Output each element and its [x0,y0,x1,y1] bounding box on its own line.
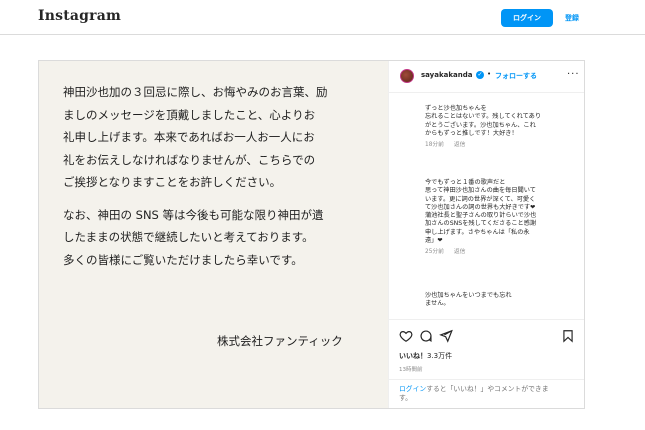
login-button[interactable]: ログイン [501,9,553,27]
likes-count[interactable]: いいね！3.3万件 [399,351,452,361]
likes-number: 3.3万件 [427,352,453,360]
statement-paragraph-1: 神田沙也加の３回忌に際し、お悔やみのお言葉、励 ましのメッセージを頂戴しましたこ… [63,85,328,189]
comment-time: 25分前 [425,249,444,256]
post-header: sayakakanda ✓ • フォローする ··· [389,61,584,93]
heart-icon[interactable] [399,329,413,343]
comment-time: 18分前 [425,142,444,149]
follow-button[interactable]: フォローする [495,71,537,81]
comment-text: 今でもずっと１番の歌声だと 思って神田沙也加さんの曲を毎日聞いて います。更に詞… [425,179,537,245]
comments-list[interactable]: ずっと沙也加ちゃんを 忘れることはないです。残してくれてあり がとうございます。… [389,93,584,319]
reply-button[interactable]: 返信 [454,142,466,148]
login-prompt-bar: ログインすると「いいね！」やコメントができま す。 [389,379,584,408]
comment-meta: 25分前 返信 [425,248,575,256]
avatar[interactable] [400,69,414,83]
comment-item: ずっと沙也加ちゃんを 忘れることはないです。残してくれてあり がとうございます。… [425,105,575,149]
signup-link[interactable]: 登録 [565,9,579,27]
post-image[interactable]: 神田沙也加の３回忌に際し、お悔やみのお言葉、励 ましのメッセージを頂戴しましたこ… [39,61,389,408]
comment-icon[interactable] [419,329,433,343]
login-prompt-link[interactable]: ログイン [399,385,426,393]
comment-item: 今でもずっと１番の歌声だと 思って神田沙也加さんの曲を毎日聞いて います。更に詞… [425,179,575,257]
login-prompt-text: ログインすると「いいね！」やコメントができま す。 [399,385,579,403]
verified-badge-icon: ✓ [476,71,484,79]
reply-button[interactable]: 返信 [454,249,466,255]
post-actions: いいね！3.3万件 13時間前 [389,319,584,379]
username-link[interactable]: sayakakanda [421,71,472,79]
comment-item: 沙也加ちゃんをいつまでも忘れ ません。 [425,292,575,309]
likes-label: いいね！ [399,352,427,360]
statement-signature: 株式会社ファンティック [217,334,343,348]
top-navbar: Instagram ログイン 登録 [0,0,645,35]
statement-paragraph-2: なお、神田の SNS 等は今後も可能な限り神田が遺 したままの状態で継続したいと… [63,207,324,267]
post-timestamp: 13時間前 [399,367,423,373]
post-sidebar: sayakakanda ✓ • フォローする ··· ずっと沙也加ちゃんを 忘れ… [389,61,584,408]
post-card: 神田沙也加の３回忌に際し、お悔やみのお言葉、励 ましのメッセージを頂戴しましたこ… [38,60,585,409]
comment-meta: 18分前 返信 [425,141,575,149]
statement-text: 神田沙也加の３回忌に際し、お悔やみのお言葉、励 ましのメッセージを頂戴しましたこ… [63,81,383,271]
instagram-logo[interactable]: Instagram [38,8,121,24]
share-icon[interactable] [439,329,453,343]
more-options-icon[interactable]: ··· [567,69,580,80]
comment-text: 沙也加ちゃんをいつまでも忘れ ません。 [425,292,512,308]
bookmark-icon[interactable] [561,329,575,343]
comment-text: ずっと沙也加ちゃんを 忘れることはないです。残してくれてあり がとうございます。… [425,105,542,137]
separator-dot: • [487,70,492,78]
